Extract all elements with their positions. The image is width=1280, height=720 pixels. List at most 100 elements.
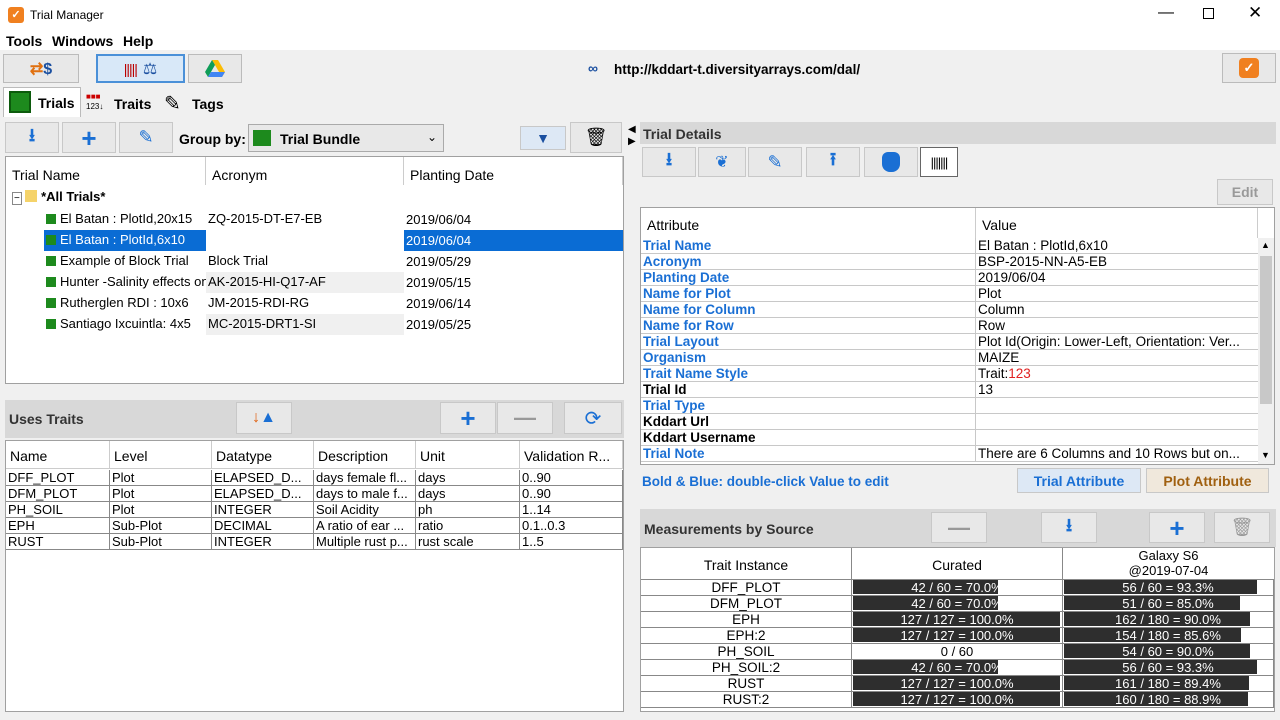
curated-cell[interactable]: 42 / 60 = 70.0% xyxy=(852,660,1063,676)
plot-attribute-button[interactable]: Plot Attribute xyxy=(1146,468,1269,493)
detail-row[interactable]: Trait Name Style Trait:123 xyxy=(641,366,1258,382)
trial-row[interactable]: Example of Block Trial Block Trial 2019/05… xyxy=(6,251,623,272)
col-galaxy[interactable]: Galaxy S6 @2019-07-04 xyxy=(1063,548,1274,580)
detail-value[interactable]: BSP-2015-NN-A5-EB xyxy=(978,254,1256,269)
galaxy-cell[interactable]: 161 / 180 = 89.4% xyxy=(1063,676,1274,692)
traits-col-header[interactable]: Name xyxy=(6,441,110,469)
trial-row[interactable]: Santiago Ixcuintla: 4x5 MC-2015-DRT1-SI 20… xyxy=(6,314,623,335)
maximize-button[interactable] xyxy=(1203,8,1214,19)
group-by-select[interactable]: Trial Bundle ⌄ xyxy=(248,124,444,152)
galaxy-cell[interactable]: 51 / 60 = 85.0% xyxy=(1063,596,1274,612)
measurement-row[interactable]: DFF_PLOT 42 / 60 = 70.0% 56 / 60 = 93.3% xyxy=(641,580,1274,596)
traits-col-header[interactable]: Description xyxy=(314,441,416,469)
traits-col-header[interactable]: Datatype xyxy=(212,441,314,469)
barcode-button[interactable]: ||||||| xyxy=(920,147,958,177)
col-acronym[interactable]: Acronym xyxy=(206,157,404,185)
barcode-scale-button[interactable]: ||||| ⚖ xyxy=(96,54,185,83)
traits-col-header[interactable]: Unit xyxy=(416,441,520,469)
detail-row[interactable]: Trial Name El Batan : PlotId,6x10 xyxy=(641,238,1258,254)
remove-trait-button[interactable]: — xyxy=(497,402,553,434)
measurement-row[interactable]: PH_SOIL 0 / 60 54 / 60 = 90.0% xyxy=(641,644,1274,660)
trial-row[interactable]: Hunter -Salinity effects on AK-2015-HI-Q1… xyxy=(6,272,623,293)
plants-button[interactable]: ❦ xyxy=(698,147,746,177)
details-scrollbar[interactable]: ▲ ▼ xyxy=(1258,238,1274,464)
detail-value[interactable]: MAIZE xyxy=(978,350,1256,365)
detail-row[interactable]: Organism MAIZE xyxy=(641,350,1258,366)
measurement-row[interactable]: RUST:2 127 / 127 = 100.0% 160 / 180 = 88.9… xyxy=(641,692,1274,708)
seed-bag-button[interactable] xyxy=(864,147,918,177)
galaxy-cell[interactable]: 54 / 60 = 90.0% xyxy=(1063,644,1274,660)
traits-col-header[interactable]: Validation R... xyxy=(520,441,623,469)
menu-help[interactable]: Help xyxy=(123,33,153,49)
galaxy-cell[interactable]: 154 / 180 = 85.6% xyxy=(1063,628,1274,644)
scroll-thumb[interactable] xyxy=(1260,256,1272,404)
detail-row[interactable]: Name for Column Column xyxy=(641,302,1258,318)
tree-root[interactable]: − *All Trials* xyxy=(12,189,105,205)
google-drive-button[interactable] xyxy=(188,54,242,83)
detail-row[interactable]: Name for Row Row xyxy=(641,318,1258,334)
galaxy-cell[interactable]: 56 / 60 = 93.3% xyxy=(1063,660,1274,676)
app-home-button[interactable]: ✓ xyxy=(1222,53,1276,83)
detail-row[interactable]: Trial Id 13 xyxy=(641,382,1258,398)
galaxy-cell[interactable]: 160 / 180 = 88.9% xyxy=(1063,692,1274,708)
collapse-left-icon[interactable]: ◀ xyxy=(628,124,636,135)
refresh-traits-button[interactable]: ⟳ xyxy=(564,402,622,434)
col-attribute[interactable]: Attribute xyxy=(641,208,976,238)
trait-row[interactable]: DFF_PLOT Plot ELAPSED_D... days female fl..… xyxy=(6,470,623,486)
edit-details-button[interactable]: ✎ xyxy=(748,147,802,177)
menu-windows[interactable]: Windows xyxy=(52,33,113,49)
detail-row[interactable]: Kddart Username xyxy=(641,430,1258,446)
sync-button[interactable]: ⇄$ xyxy=(3,54,79,83)
detail-value[interactable]: 2019/06/04 xyxy=(978,270,1256,285)
col-value[interactable]: Value xyxy=(976,208,1258,238)
curated-cell[interactable]: 127 / 127 = 100.0% xyxy=(852,692,1063,708)
detail-value[interactable]: El Batan : PlotId,6x10 xyxy=(978,238,1256,253)
detail-row[interactable]: Trial Layout Plot Id(Origin: Lower-Left, … xyxy=(641,334,1258,350)
col-trait-instance[interactable]: Trait Instance xyxy=(641,548,852,580)
sort-traits-button[interactable]: ↓▲ xyxy=(236,402,292,434)
filter-button[interactable]: ▼ xyxy=(520,126,566,150)
add-trait-button[interactable]: + xyxy=(440,402,496,434)
import-trial-button[interactable]: ⭳ xyxy=(5,122,59,153)
tab-trials[interactable]: Trials xyxy=(3,87,81,117)
col-planting-date[interactable]: Planting Date xyxy=(404,157,623,185)
measurement-row[interactable]: EPH 127 / 127 = 100.0% 162 / 180 = 90.0% xyxy=(641,612,1274,628)
trial-row[interactable]: El Batan : PlotId,20x15 ZQ-2015-DT-E7-EB 2… xyxy=(6,209,623,230)
measurement-row[interactable]: EPH:2 127 / 127 = 100.0% 154 / 180 = 85.6% xyxy=(641,628,1274,644)
detail-row[interactable]: Trial Note There are 6 Columns and 10 Row… xyxy=(641,446,1258,462)
trait-row[interactable]: PH_SOIL Plot INTEGER Soil Acidity ph 1..14 xyxy=(6,502,623,518)
curated-cell[interactable]: 127 / 127 = 100.0% xyxy=(852,628,1063,644)
edit-button[interactable]: Edit xyxy=(1217,179,1273,205)
add-trial-button[interactable]: + xyxy=(62,122,116,153)
import-measurements-button[interactable]: ⭳ xyxy=(1041,512,1097,543)
detail-row[interactable]: Trial Type xyxy=(641,398,1258,414)
detail-value[interactable]: Column xyxy=(978,302,1256,317)
detail-row[interactable]: Planting Date 2019/06/04 xyxy=(641,270,1258,286)
detail-value[interactable]: There are 6 Columns and 10 Rows but on..… xyxy=(978,446,1256,461)
galaxy-cell[interactable]: 162 / 180 = 90.0% xyxy=(1063,612,1274,628)
trait-row[interactable]: RUST Sub-Plot INTEGER Multiple rust p... rus… xyxy=(6,534,623,550)
upload-button[interactable]: ⭱ xyxy=(806,147,860,177)
trial-attribute-button[interactable]: Trial Attribute xyxy=(1017,468,1141,493)
remove-measurement-button[interactable]: — xyxy=(931,512,987,543)
measurement-row[interactable]: DFM_PLOT 42 / 60 = 70.0% 51 / 60 = 85.0% xyxy=(641,596,1274,612)
delete-trial-button[interactable]: 🗑 xyxy=(570,122,622,153)
measurement-row[interactable]: RUST 127 / 127 = 100.0% 161 / 180 = 89.4% xyxy=(641,676,1274,692)
edit-trial-button[interactable]: ✎ xyxy=(119,122,173,153)
col-trial-name[interactable]: Trial Name xyxy=(6,157,206,185)
curated-cell[interactable]: 42 / 60 = 70.0% xyxy=(852,580,1063,596)
detail-value[interactable]: Plot Id(Origin: Lower-Left, Orientation:… xyxy=(978,334,1256,349)
curated-cell[interactable]: 127 / 127 = 100.0% xyxy=(852,676,1063,692)
curated-cell[interactable]: 0 / 60 xyxy=(852,644,1063,660)
detail-value[interactable]: Trait:123 xyxy=(978,366,1256,381)
tab-traits[interactable]: ■■■ 123↓ Traits xyxy=(82,89,158,117)
menu-tools[interactable]: Tools xyxy=(6,33,42,49)
trial-row[interactable]: Rutherglen RDI : 10x6 JM-2015-RDI-RG 2019/… xyxy=(6,293,623,314)
detail-row[interactable]: Name for Plot Plot xyxy=(641,286,1258,302)
delete-measurement-button[interactable]: 🗑 xyxy=(1214,512,1270,543)
add-measurement-button[interactable]: + xyxy=(1149,512,1205,543)
curated-cell[interactable]: 42 / 60 = 70.0% xyxy=(852,596,1063,612)
collapse-right-icon[interactable]: ▶ xyxy=(628,136,636,147)
curated-cell[interactable]: 127 / 127 = 100.0% xyxy=(852,612,1063,628)
col-curated[interactable]: Curated xyxy=(852,548,1063,580)
